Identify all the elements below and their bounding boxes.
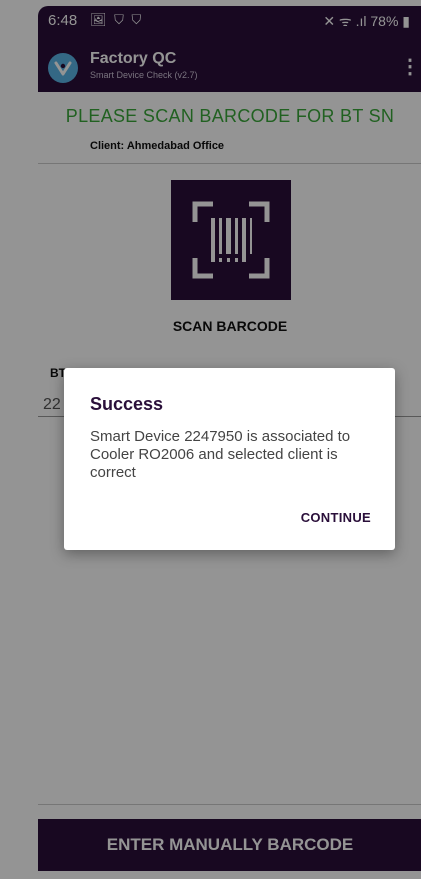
- dialog-title: Success: [90, 394, 164, 414]
- dialog-message: Smart Device 2247950 is associated to Co…: [90, 428, 351, 481]
- continue-button[interactable]: CONTINUE: [301, 510, 371, 525]
- success-dialog: Success Smart Device 2247950 is associat…: [64, 368, 395, 550]
